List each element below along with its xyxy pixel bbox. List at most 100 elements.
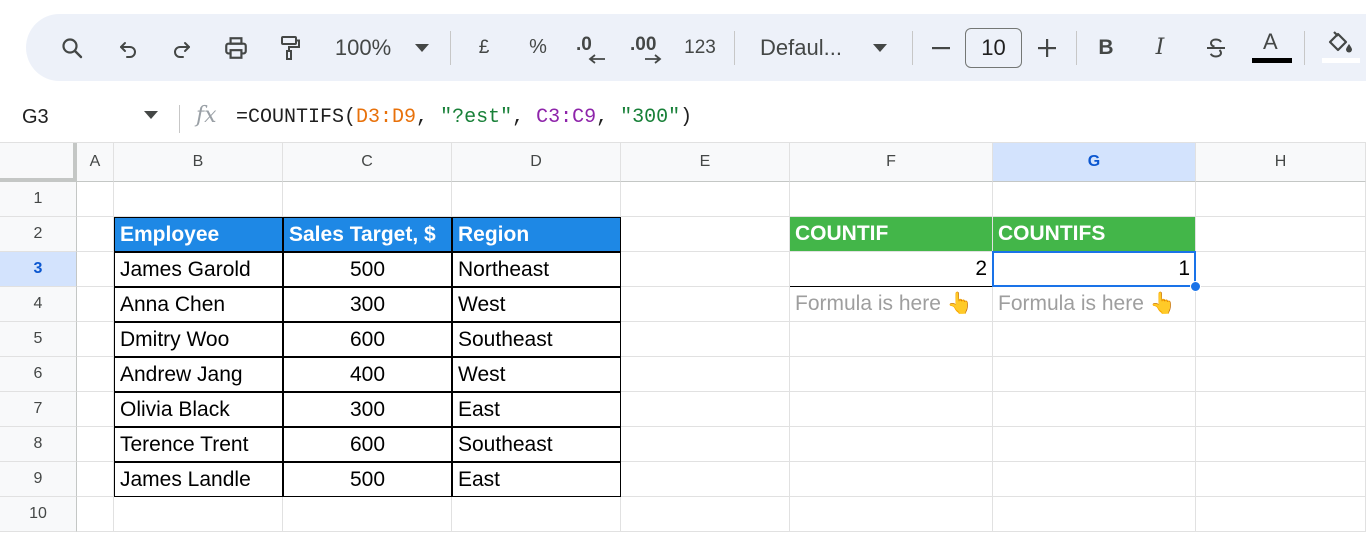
increase-decimal-button[interactable]: .00 [626,14,670,81]
table-cell[interactable]: East [452,462,621,497]
italic-button[interactable]: I [1146,14,1174,81]
column-header-a[interactable]: A [77,143,114,182]
cell[interactable] [993,392,1196,427]
table-cell[interactable]: West [452,357,621,392]
cell[interactable] [621,322,790,357]
cell[interactable] [621,392,790,427]
cell[interactable] [77,182,114,217]
zoom-dropdown-icon[interactable] [410,14,434,81]
search-menus-icon[interactable] [54,14,90,81]
font-dropdown-icon[interactable] [868,14,892,81]
row-header-9[interactable]: 9 [0,462,77,497]
table-cell[interactable]: Terence Trent [114,427,283,462]
countifs-result[interactable]: 1 [993,252,1196,287]
table-cell[interactable]: 600 [283,427,452,462]
text-color-button[interactable]: A [1252,14,1292,81]
column-header-g[interactable]: G [993,143,1196,182]
cell[interactable] [283,182,452,217]
decrease-decimal-button[interactable]: .0 [572,14,612,81]
row-header-7[interactable]: 7 [0,392,77,427]
column-header-f[interactable]: F [790,143,993,182]
cell[interactable] [1196,462,1366,497]
cell[interactable] [621,462,790,497]
cell[interactable] [77,322,114,357]
strikethrough-icon[interactable] [1200,14,1232,81]
cell[interactable] [621,287,790,322]
table-cell[interactable]: 600 [283,322,452,357]
table-cell[interactable]: Olivia Black [114,392,283,427]
cell[interactable] [77,427,114,462]
table-header-cell[interactable]: Sales Target, $ [283,217,452,252]
cell[interactable] [790,357,993,392]
cell[interactable] [621,252,790,287]
cell[interactable] [790,182,993,217]
cell[interactable] [452,497,621,532]
fill-color-icon[interactable] [1318,14,1362,81]
row-header-2[interactable]: 2 [0,217,77,252]
table-header-cell[interactable]: Employee [114,217,283,252]
cell[interactable] [993,357,1196,392]
cell[interactable] [993,182,1196,217]
column-header-d[interactable]: D [452,143,621,182]
table-cell[interactable]: 300 [283,392,452,427]
font-size-input[interactable]: 10 [965,28,1022,68]
table-cell[interactable]: East [452,392,621,427]
row-header-6[interactable]: 6 [0,357,77,392]
cell[interactable] [621,182,790,217]
table-cell[interactable]: 400 [283,357,452,392]
cell[interactable] [993,462,1196,497]
table-cell[interactable]: Anna Chen [114,287,283,322]
cell[interactable] [1196,287,1366,322]
table-cell[interactable]: Dmitry Woo [114,322,283,357]
cell[interactable] [114,182,283,217]
table-cell[interactable]: Southeast [452,322,621,357]
table-cell[interactable]: James Garold [114,252,283,287]
table-cell[interactable]: 300 [283,287,452,322]
countifs-header[interactable]: COUNTIFS [993,217,1196,252]
percent-format-button[interactable]: % [524,14,552,81]
cell[interactable] [1196,427,1366,462]
cell[interactable] [993,497,1196,532]
bold-button[interactable]: B [1092,14,1120,81]
column-header-c[interactable]: C [283,143,452,182]
cell[interactable] [114,497,283,532]
cell[interactable] [790,392,993,427]
select-all-corner[interactable] [0,143,77,182]
column-header-h[interactable]: H [1196,143,1366,182]
name-box-dropdown-icon[interactable] [144,111,158,119]
column-header-b[interactable]: B [114,143,283,182]
row-header-8[interactable]: 8 [0,427,77,462]
cell[interactable] [1196,252,1366,287]
row-header-3[interactable]: 3 [0,252,77,287]
cell[interactable] [1196,497,1366,532]
decrease-font-size-icon[interactable] [926,14,956,81]
cell[interactable] [77,252,114,287]
more-formats-button[interactable]: 123 [680,14,720,81]
table-cell[interactable]: 500 [283,252,452,287]
table-cell[interactable]: Northeast [452,252,621,287]
table-cell[interactable]: Southeast [452,427,621,462]
formula-input[interactable]: =COUNTIFS(D3:D9, "?est", C3:C9, "300") [236,106,692,129]
row-header-4[interactable]: 4 [0,287,77,322]
cell[interactable] [1196,392,1366,427]
cell[interactable] [283,497,452,532]
cell[interactable] [790,427,993,462]
cell[interactable] [1196,322,1366,357]
cell[interactable] [1196,217,1366,252]
cell[interactable] [790,322,993,357]
table-cell[interactable]: 500 [283,462,452,497]
cell[interactable] [621,217,790,252]
cell[interactable] [77,392,114,427]
table-cell[interactable]: Andrew Jang [114,357,283,392]
redo-icon[interactable] [164,14,200,81]
cell[interactable] [790,497,993,532]
table-cell[interactable]: West [452,287,621,322]
countif-result[interactable]: 2 [790,252,993,287]
font-select[interactable]: Defaul... [760,14,852,81]
undo-icon[interactable] [110,14,146,81]
cell[interactable] [77,357,114,392]
column-header-e[interactable]: E [621,143,790,182]
countif-header[interactable]: COUNTIF [790,217,993,252]
cell[interactable] [790,462,993,497]
fill-handle[interactable] [1190,281,1201,292]
